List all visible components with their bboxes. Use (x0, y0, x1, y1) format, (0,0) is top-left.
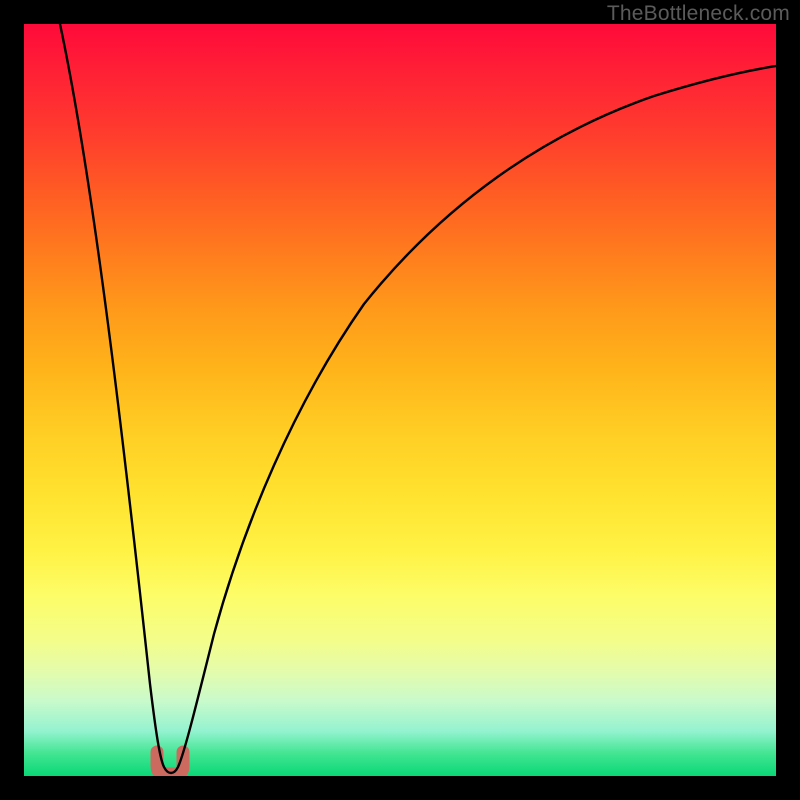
curve-layer (24, 24, 776, 776)
chart-frame (24, 24, 776, 776)
bottleneck-curve (60, 24, 776, 773)
plot-area (24, 24, 776, 776)
watermark-text: TheBottleneck.com (607, 2, 790, 26)
